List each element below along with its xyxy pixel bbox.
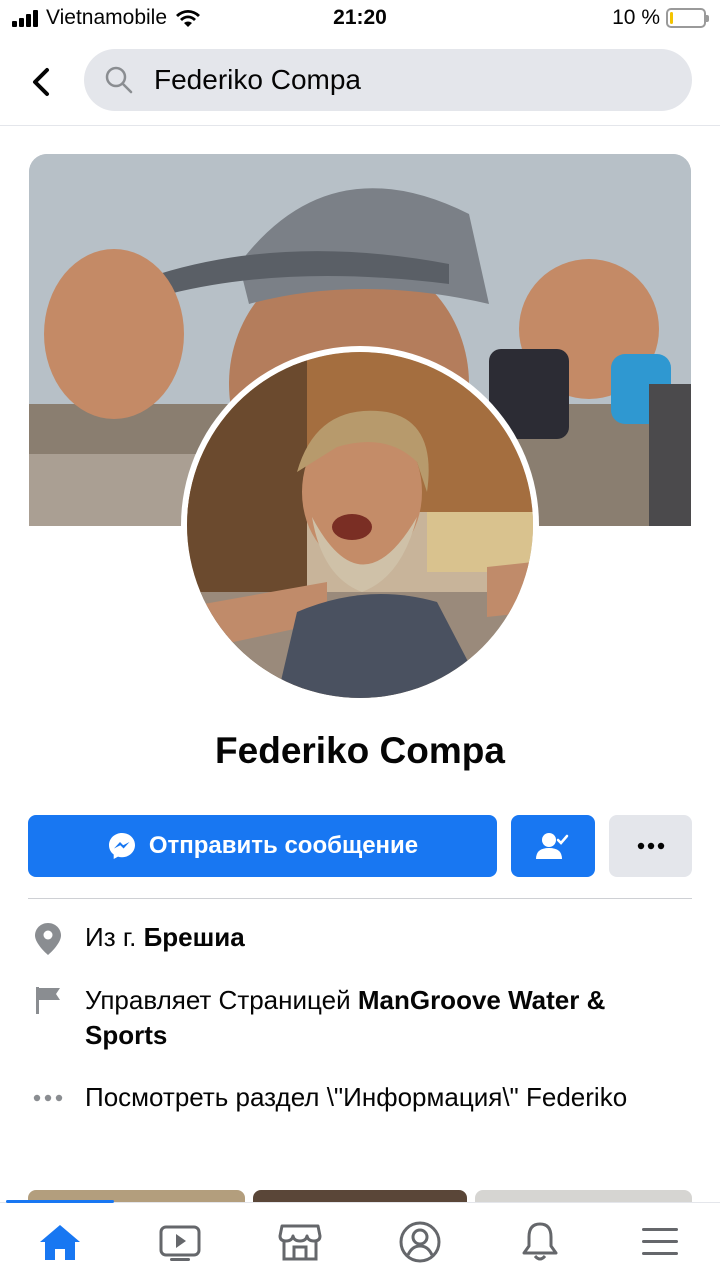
more-options-button[interactable] xyxy=(609,815,692,877)
chevron-left-icon xyxy=(33,68,49,96)
profile-icon xyxy=(399,1221,441,1263)
manages-page-text: Управляет Страницей ManGroove Water & Sp… xyxy=(85,983,692,1053)
info-manages-page: Управляет Страницей ManGroove Water & Sp… xyxy=(28,983,692,1053)
friends-button[interactable] xyxy=(511,815,595,877)
messenger-icon xyxy=(108,833,135,859)
marketplace-icon xyxy=(278,1224,322,1261)
send-message-label: Отправить сообщение xyxy=(148,832,419,859)
tab-home[interactable] xyxy=(0,1203,120,1280)
profile-name: Federiko Compa xyxy=(215,730,505,771)
info-hometown: Из г. Брешиа xyxy=(28,920,692,956)
flag-icon xyxy=(28,983,68,1053)
hometown-prefix: Из г. xyxy=(85,922,144,952)
location-pin-icon xyxy=(28,920,68,956)
avatar xyxy=(187,352,533,698)
search-query: Federiko Compa xyxy=(154,64,361,95)
battery-icon xyxy=(666,8,709,28)
more-dots-icon xyxy=(637,842,664,850)
tab-marketplace[interactable] xyxy=(240,1203,360,1280)
profile-picture[interactable] xyxy=(181,346,539,704)
hometown-text: Из г. Брешиа xyxy=(85,920,245,956)
friend-check-icon xyxy=(536,833,569,859)
tab-profile[interactable] xyxy=(360,1203,480,1280)
more-dots-gray-icon xyxy=(28,1080,68,1115)
search-icon xyxy=(105,66,133,94)
active-tab-indicator xyxy=(6,1200,114,1203)
status-right: 10 % xyxy=(612,6,709,30)
tab-watch[interactable] xyxy=(120,1203,240,1280)
send-message-button[interactable]: Отправить сообщение xyxy=(28,815,497,877)
manages-prefix: Управляет Страницей xyxy=(85,985,358,1015)
bell-icon xyxy=(522,1222,558,1261)
hometown-city[interactable]: Брешиа xyxy=(144,922,245,952)
battery-percent: 10 % xyxy=(612,6,660,29)
search-input[interactable]: Federiko Compa xyxy=(84,49,692,111)
back-button[interactable] xyxy=(26,62,56,102)
home-icon xyxy=(40,1225,80,1260)
top-bar: Federiko Compa xyxy=(0,38,720,126)
video-icon xyxy=(159,1225,201,1261)
tab-notifications[interactable] xyxy=(480,1203,600,1280)
avatar-image xyxy=(187,352,533,698)
info-about-link[interactable]: Посмотреть раздел \"Информация\" Federik… xyxy=(28,1080,692,1115)
status-bar: Vietnamobile 21:20 10 % xyxy=(0,0,720,38)
about-link-text: Посмотреть раздел \"Информация\" Federik… xyxy=(85,1082,628,1112)
menu-icon xyxy=(642,1228,678,1255)
battery-level xyxy=(670,12,674,24)
tab-menu[interactable] xyxy=(600,1203,720,1280)
bottom-tab-bar xyxy=(0,1200,720,1280)
divider xyxy=(28,898,692,899)
